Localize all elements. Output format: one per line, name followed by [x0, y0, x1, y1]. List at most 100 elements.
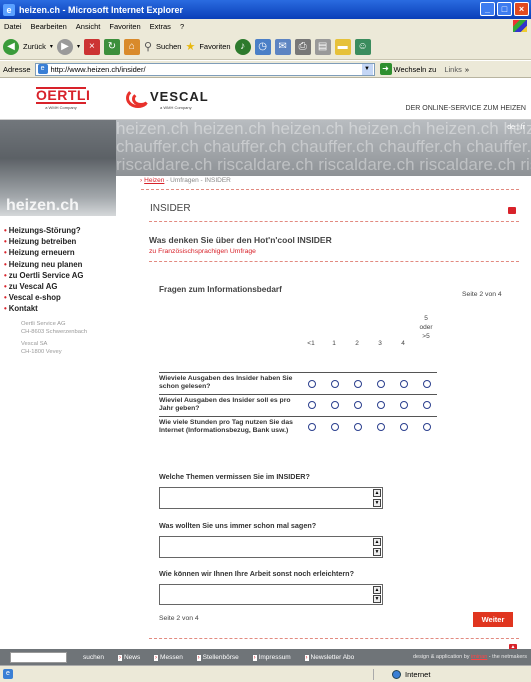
- radio-button[interactable]: [331, 380, 339, 388]
- footer-search-button[interactable]: suchen: [83, 654, 104, 661]
- sidebar-item-stoerung[interactable]: • Heizungs-Störung?: [4, 225, 114, 236]
- footer-link-newsletter[interactable]: › Newsletter Abo: [304, 654, 361, 661]
- back-arrow-icon[interactable]: ◀: [3, 38, 19, 55]
- radio-button[interactable]: [331, 401, 339, 409]
- survey-heading: Was denken Sie über den Hot'n'cool INSID…: [149, 235, 332, 245]
- messenger-icon[interactable]: ☺: [354, 38, 371, 55]
- sidebar-item-betreiben[interactable]: • Heizung betreiben: [4, 236, 114, 247]
- window-controls: _ □ ×: [480, 2, 529, 16]
- sidebar-item-oertli[interactable]: • zu Oertli Service AG: [4, 270, 114, 281]
- links-chevron-icon[interactable]: »: [465, 65, 469, 74]
- menu-datei[interactable]: Datei: [4, 22, 22, 31]
- heizen-logo[interactable]: heizen.ch: [6, 197, 79, 215]
- arbeit-textarea[interactable]: ▲ ▼: [159, 584, 383, 605]
- menu-ansicht[interactable]: Ansicht: [76, 22, 101, 31]
- edit-icon[interactable]: ▤: [314, 38, 331, 55]
- radio-button[interactable]: [400, 380, 408, 388]
- radio-button[interactable]: [400, 401, 408, 409]
- globe-icon: [392, 670, 401, 679]
- oertli-logo[interactable]: OERTLI a WMH Company: [36, 87, 90, 110]
- forward-arrow-icon[interactable]: ▶: [56, 38, 73, 55]
- vescal-logo[interactable]: VESCAL a WMH Company: [122, 86, 209, 110]
- radio-button[interactable]: [423, 380, 431, 388]
- windows-logo-icon: [513, 20, 527, 32]
- question-row-ausgaben: Wieviele Ausgaben des Insider haben Sie …: [159, 372, 437, 394]
- url-text[interactable]: http://www.heizen.ch/insider/: [51, 65, 146, 74]
- section-heading: Fragen zum Informationsbedarf: [159, 285, 282, 294]
- footer-link-news[interactable]: › News: [117, 654, 146, 661]
- menu-favoriten[interactable]: Favoriten: [109, 22, 140, 31]
- radio-button[interactable]: [354, 380, 362, 388]
- radio-button[interactable]: [308, 401, 316, 409]
- radio-button[interactable]: [354, 401, 362, 409]
- favorites-button[interactable]: Favoriten: [199, 42, 230, 51]
- address-dropdown-icon[interactable]: ▼: [361, 63, 373, 75]
- sidebar-item-kontakt[interactable]: • Kontakt: [4, 303, 114, 314]
- page-icon: e: [37, 64, 48, 74]
- footer-link-messen[interactable]: › Messen: [154, 654, 189, 661]
- footer-link-stellen[interactable]: › Stellenbörse: [196, 654, 245, 661]
- textarea-scrollbar[interactable]: ▲ ▼: [373, 538, 381, 556]
- footer-link-impressum[interactable]: › Impressum: [252, 654, 297, 661]
- close-button[interactable]: ×: [514, 2, 529, 16]
- next-button[interactable]: Weiter: [473, 612, 513, 627]
- radio-button[interactable]: [377, 401, 385, 409]
- folder-icon[interactable]: ▬: [334, 38, 351, 55]
- back-dropdown-icon[interactable]: ▾: [50, 43, 53, 50]
- footer-search-input[interactable]: [10, 651, 67, 663]
- media-icon[interactable]: ♪: [234, 38, 251, 55]
- forward-dropdown-icon[interactable]: ▾: [77, 43, 80, 50]
- ie-icon: e: [3, 3, 15, 16]
- radio-button[interactable]: [423, 401, 431, 409]
- minimize-button[interactable]: _: [480, 2, 495, 16]
- sidebar-item-vescal[interactable]: • zu Vescal AG: [4, 281, 114, 292]
- sidebar-item-neu-planen[interactable]: • Heizung neu planen: [4, 259, 114, 270]
- address-bar: Adresse e http://www.heizen.ch/insider/ …: [0, 61, 531, 78]
- divider: [149, 221, 519, 222]
- home-icon[interactable]: ⌂: [123, 38, 140, 55]
- go-label[interactable]: Wechseln zu: [394, 65, 437, 74]
- textarea-scrollbar[interactable]: ▲ ▼: [373, 489, 381, 507]
- radio-button[interactable]: [331, 423, 339, 431]
- sidebar-item-erneuern[interactable]: • Heizung erneuern: [4, 247, 114, 258]
- stop-icon[interactable]: ×: [83, 38, 100, 55]
- mail-icon[interactable]: ✉: [274, 38, 291, 55]
- page-title: INSIDER: [150, 203, 191, 214]
- credit-link[interactable]: iminan: [471, 654, 487, 660]
- links-label[interactable]: Links: [444, 65, 462, 74]
- search-icon[interactable]: ⚲: [144, 40, 152, 53]
- menu-bearbeiten[interactable]: Bearbeiten: [31, 22, 67, 31]
- textarea-scrollbar[interactable]: ▲ ▼: [373, 586, 381, 603]
- radio-button[interactable]: [354, 423, 362, 431]
- radio-button[interactable]: [377, 423, 385, 431]
- favorites-star-icon[interactable]: ★: [185, 40, 195, 53]
- radio-button[interactable]: [423, 423, 431, 431]
- language-switch[interactable]: de | fr: [507, 124, 525, 131]
- search-button[interactable]: Suchen: [156, 42, 181, 51]
- textarea-label-arbeit: Wie können wir Ihnen Ihre Arbeit sonst n…: [159, 569, 354, 578]
- maximize-button[interactable]: □: [497, 2, 512, 16]
- radio-button[interactable]: [308, 380, 316, 388]
- radio-button[interactable]: [308, 423, 316, 431]
- breadcrumb-home-link[interactable]: Heizen: [144, 177, 164, 184]
- radio-button[interactable]: [400, 423, 408, 431]
- go-arrow-icon[interactable]: ➜: [379, 63, 392, 75]
- menu-extras[interactable]: Extras: [150, 22, 171, 31]
- history-icon[interactable]: ◷: [254, 38, 271, 55]
- textarea-label-sagen: Was wollten Sie uns immer schon mal sage…: [159, 521, 317, 530]
- print-page-icon[interactable]: [508, 207, 516, 214]
- menu-help[interactable]: ?: [180, 22, 184, 31]
- sagen-textarea[interactable]: ▲ ▼: [159, 536, 383, 558]
- vescal-address: Vescal SA CH-1800 Vevey: [21, 341, 62, 355]
- go-button[interactable]: ➜ Wechseln zu: [379, 63, 437, 75]
- french-survey-link[interactable]: zu Französischsprachigen Umfrage: [149, 248, 256, 255]
- address-label: Adresse: [3, 64, 31, 74]
- print-icon[interactable]: ⎙: [294, 38, 311, 55]
- back-button[interactable]: Zurück: [23, 42, 46, 51]
- refresh-icon[interactable]: ↻: [103, 38, 120, 55]
- themen-textarea[interactable]: ▲ ▼: [159, 487, 383, 509]
- divider: [141, 189, 519, 190]
- sidebar-item-eshop[interactable]: • Vescal e-shop: [4, 292, 114, 303]
- url-input[interactable]: e http://www.heizen.ch/insider/ ▼: [34, 62, 375, 76]
- radio-button[interactable]: [377, 380, 385, 388]
